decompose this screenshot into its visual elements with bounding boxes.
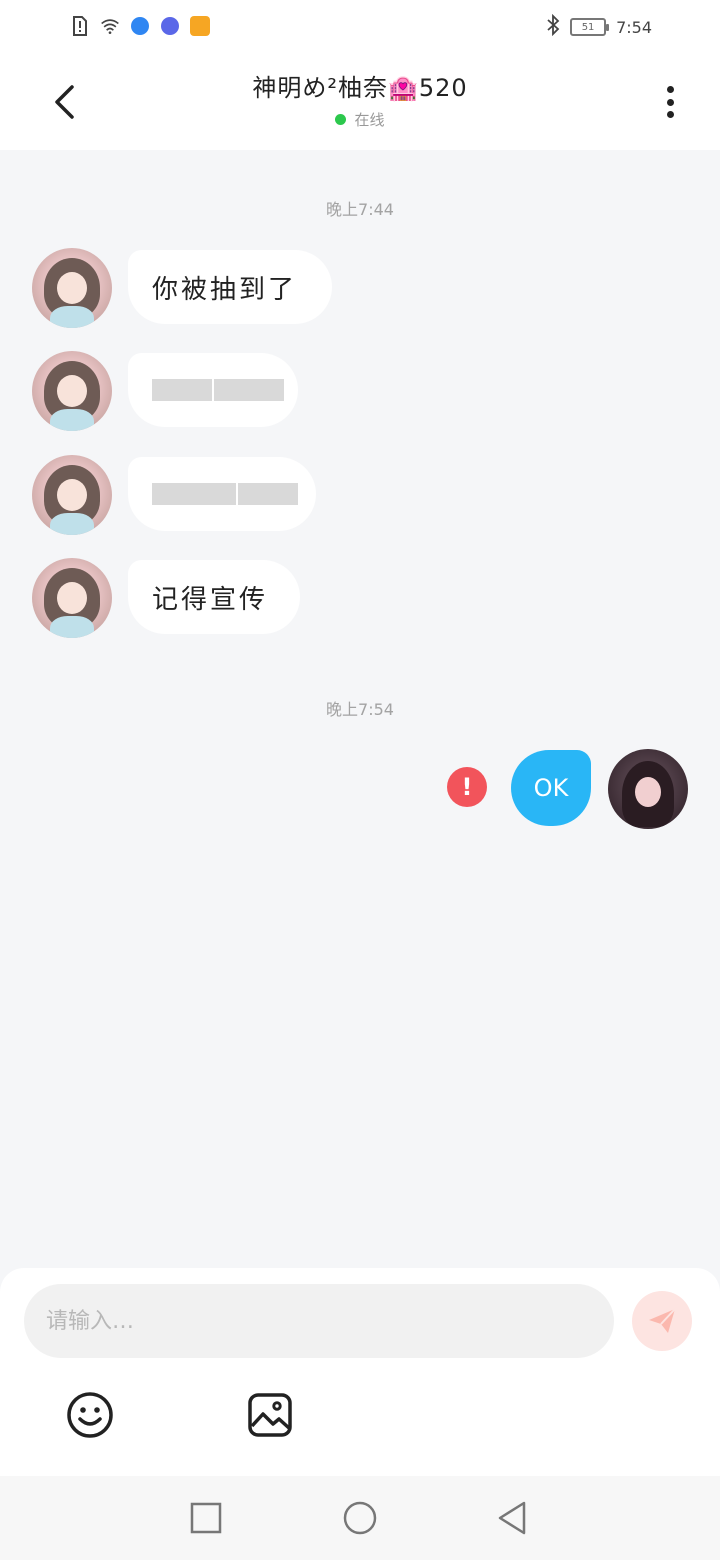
message-text: 你被抽到了	[152, 274, 298, 305]
message-bubble[interactable]: 记得宣传	[128, 560, 300, 634]
status-icons-right: 51 7:54	[546, 13, 652, 40]
triangle-back-icon	[498, 1501, 526, 1535]
more-vertical-icon	[666, 86, 674, 93]
contact-avatar[interactable]	[32, 351, 112, 431]
message-input[interactable]	[24, 1284, 614, 1358]
recents-button[interactable]	[186, 1498, 226, 1538]
contact-avatar[interactable]	[32, 455, 112, 535]
online-dot-icon	[335, 114, 347, 125]
image-icon	[248, 1393, 292, 1437]
contact-avatar[interactable]	[32, 248, 112, 328]
send-button[interactable]	[632, 1291, 692, 1351]
browser-app-icon	[130, 16, 150, 36]
redacted-text	[152, 483, 298, 505]
back-button[interactable]	[42, 80, 86, 124]
sent-message-bubble[interactable]: OK	[511, 750, 591, 826]
message-bubble-redacted[interactable]	[128, 353, 298, 427]
image-button[interactable]	[245, 1390, 295, 1440]
clock: 7:54	[616, 17, 652, 37]
bluetooth-icon	[546, 13, 560, 40]
send-icon	[649, 1308, 676, 1333]
emoji-button[interactable]	[65, 1390, 115, 1440]
send-failed-icon[interactable]: !	[447, 767, 487, 807]
timestamp: 晚上7:54	[326, 700, 394, 719]
user-avatar[interactable]	[608, 749, 688, 829]
chat-title-area: 神明め²柚奈🏩520 在线	[160, 68, 560, 130]
circle-icon	[343, 1501, 377, 1535]
square-icon	[190, 1502, 222, 1534]
home-button[interactable]	[340, 1498, 380, 1538]
message-bubble[interactable]: 你被抽到了	[128, 250, 332, 324]
contact-name: 神明め²柚奈🏩520	[252, 74, 468, 102]
back-arrow-icon	[55, 85, 74, 119]
contact-avatar[interactable]	[32, 558, 112, 638]
system-nav-bar	[0, 1476, 720, 1560]
message-bubble-redacted[interactable]	[128, 457, 316, 531]
wifi-icon	[100, 16, 120, 36]
message-composer	[0, 1268, 720, 1476]
chat-header: 神明め²柚奈🏩520 在线	[0, 56, 720, 150]
message-text: 记得宣传	[152, 584, 269, 615]
sim-alert-icon	[70, 16, 90, 36]
orange-app-icon	[190, 16, 210, 36]
music-app-icon	[160, 16, 180, 36]
more-options-button[interactable]	[656, 82, 684, 122]
redacted-text	[152, 379, 284, 401]
presence-label: 在线	[354, 111, 385, 129]
presence-status: 在线	[160, 109, 560, 130]
error-mark: !	[461, 773, 473, 801]
back-nav-button[interactable]	[492, 1498, 532, 1538]
message-text: OK	[533, 774, 569, 802]
battery-level: 51	[581, 21, 595, 33]
timestamp: 晚上7:44	[326, 200, 394, 219]
battery-icon: 51	[570, 18, 610, 36]
emoji-icon	[67, 1392, 113, 1438]
status-bar: 51 7:54	[0, 0, 720, 56]
status-icons-left	[70, 16, 210, 36]
